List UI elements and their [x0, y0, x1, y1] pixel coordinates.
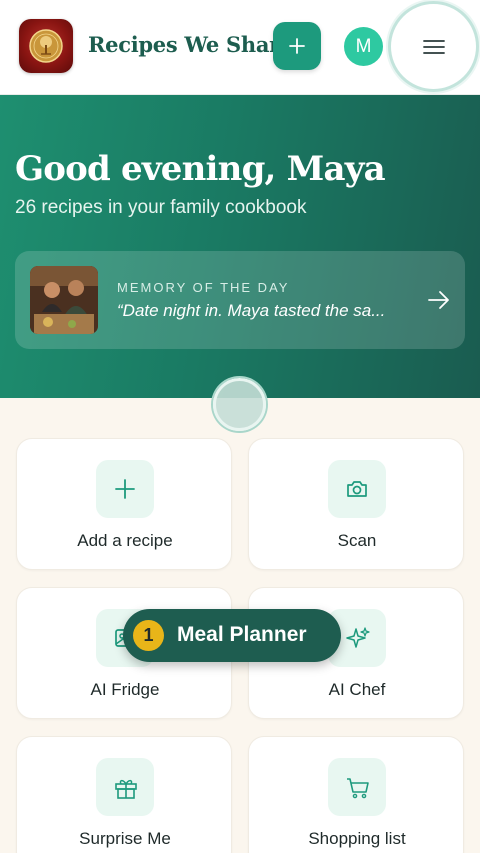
drag-handle[interactable]: [213, 378, 266, 431]
surprise-me-tile[interactable]: Surprise Me: [16, 736, 232, 853]
ai-fridge-label: AI Fridge: [90, 680, 160, 699]
shopping-list-tile-icon-box: [328, 758, 386, 816]
add-recipe-tile[interactable]: Add a recipe: [16, 438, 232, 570]
plus-icon: [289, 38, 305, 54]
add-recipe-tile-icon-box: [96, 460, 154, 518]
hero-banner: Good evening, Maya 26 recipes in your fa…: [0, 95, 480, 398]
memory-photo-illustration: [30, 266, 98, 334]
sparkles-icon: [346, 627, 370, 648]
shopping-list-label: Shopping list: [308, 829, 406, 848]
memory-quote: “Date night in. Maya tasted the sa...: [117, 301, 386, 320]
meal-planner-badge: 1: [133, 620, 164, 651]
cart-icon: [347, 778, 369, 799]
memory-of-the-day-card[interactable]: MEMORY OF THE DAY “Date night in. Maya t…: [15, 251, 465, 349]
app-title: Recipes We Share: [88, 32, 293, 57]
menu-button[interactable]: [388, 1, 479, 92]
meal-planner-button[interactable]: 1 Meal Planner: [123, 609, 341, 662]
surprise-me-label: Surprise Me: [79, 829, 171, 848]
user-avatar[interactable]: M: [344, 27, 383, 66]
greeting-heading: Good evening, Maya: [15, 149, 386, 189]
memory-label: MEMORY OF THE DAY: [117, 280, 290, 295]
scan-tile[interactable]: Scan: [248, 438, 464, 570]
shopping-list-tile[interactable]: Shopping list: [248, 736, 464, 853]
scan-tile-icon-box: [328, 460, 386, 518]
camera-icon: [347, 481, 367, 497]
add-recipe-button[interactable]: [273, 22, 321, 70]
recipe-count-text: 26 recipes in your family cookbook: [15, 197, 307, 218]
surprise-me-tile-icon-box: [96, 758, 154, 816]
gift-icon: [115, 779, 137, 799]
app-header: Recipes We Share M: [0, 0, 480, 95]
ai-chef-label: AI Chef: [328, 680, 386, 699]
memory-photo: [30, 266, 98, 334]
hamburger-menu-icon: [423, 40, 445, 54]
scan-label: Scan: [337, 531, 377, 550]
plus-icon: [115, 479, 135, 499]
arrow-right-icon[interactable]: [427, 289, 451, 311]
add-recipe-label: Add a recipe: [77, 531, 173, 550]
app-logo[interactable]: [19, 19, 73, 73]
meal-planner-label: Meal Planner: [177, 623, 307, 646]
tree-emblem-icon: [29, 29, 63, 63]
